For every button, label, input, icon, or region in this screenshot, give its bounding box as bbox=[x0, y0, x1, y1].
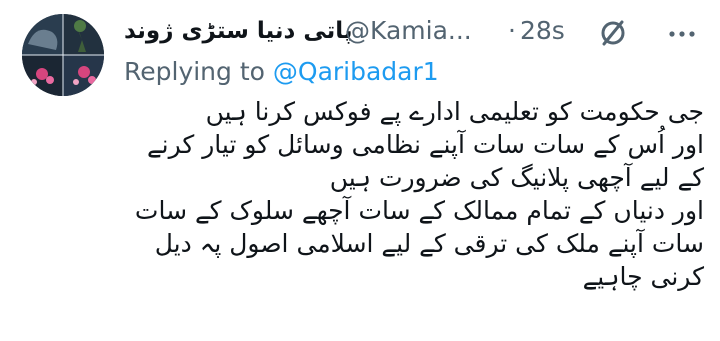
tweet: پاتی دنیا ستڑی ژوند @Kamia... · 28s Repl… bbox=[0, 0, 720, 341]
display-name[interactable]: پاتی دنیا ستڑی ژوند bbox=[124, 16, 353, 46]
tweet-text-line: جی حکومت کو تعلیمی ادارے پے فوکس کرنا ہی… bbox=[205, 97, 704, 126]
tweet-text: جی حکومت کو تعلیمی ادارے پے فوکس کرنا ہی… bbox=[124, 95, 704, 293]
replying-to: Replying to @Qaribadar1 bbox=[124, 56, 439, 88]
user-handle[interactable]: @Kamia... bbox=[345, 16, 472, 46]
tweet-text-line: کرنی چاہیے bbox=[582, 262, 704, 291]
separator-dot: · bbox=[508, 16, 516, 45]
slash-circle-icon[interactable] bbox=[597, 17, 629, 49]
reply-mention-link[interactable]: @Qaribadar1 bbox=[273, 57, 439, 86]
more-icon[interactable] bbox=[666, 18, 698, 50]
tweet-header: پاتی دنیا ستڑی ژوند @Kamia... · 28s bbox=[124, 14, 704, 50]
tweet-text-line: کے لیے آچھی پلانیگ کی ضرورت ہیں bbox=[329, 163, 704, 192]
avatar[interactable] bbox=[22, 14, 104, 96]
tweet-text-line: سات آپنے ملک کی ترقی کے لیے اسلامی اصول … bbox=[154, 229, 704, 258]
tweet-text-line: اور اُس کے سات سات آپنے نظامی وسائل کو ت… bbox=[146, 130, 704, 159]
replying-prefix: Replying to bbox=[124, 57, 273, 86]
tweet-text-line: اور دنیاں کے تمام ممالک کے سات آچھے سلوک… bbox=[134, 196, 704, 225]
timestamp[interactable]: 28s bbox=[520, 16, 565, 46]
avatar-image bbox=[22, 14, 104, 96]
